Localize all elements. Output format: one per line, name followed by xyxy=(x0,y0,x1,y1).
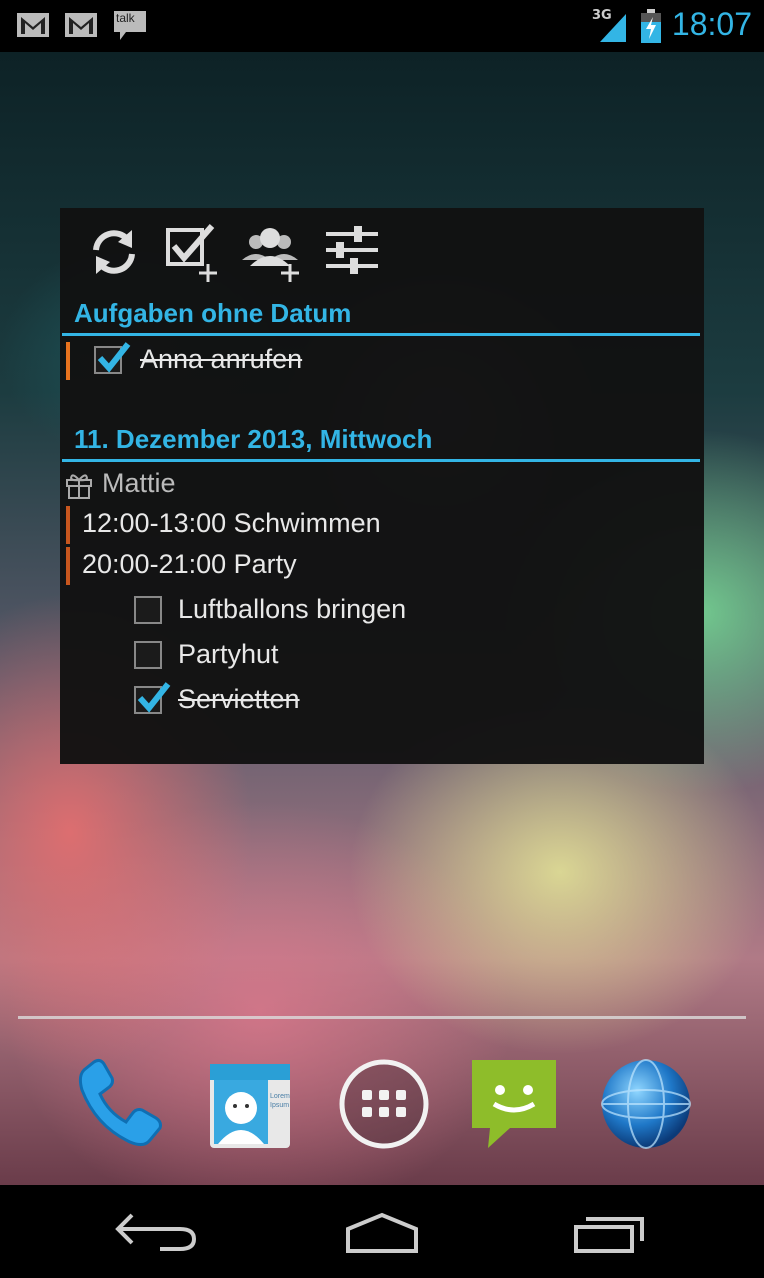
app-drawer-icon[interactable] xyxy=(336,1056,432,1152)
section-header-undated: Aufgaben ohne Datum xyxy=(74,298,352,328)
subtask-row[interactable]: Partyhut xyxy=(134,637,694,677)
section-header-date: 11. Dezember 2013, Mittwoch xyxy=(74,424,433,454)
event-label: 12:00-13:00 Schwimmen xyxy=(82,508,381,538)
clock: 18:07 xyxy=(671,6,752,42)
contacts-card-text: Lorem Ipsum xyxy=(270,1093,290,1109)
settings-sliders-icon[interactable] xyxy=(320,220,384,284)
event-row[interactable]: 12:00-13:00 Schwimmen xyxy=(66,506,696,546)
recent-apps-icon[interactable] xyxy=(560,1207,660,1257)
gift-icon xyxy=(66,474,92,499)
subtask-checkbox[interactable] xyxy=(134,596,162,624)
network-indicator: 3G xyxy=(590,6,630,46)
subtask-checkbox[interactable] xyxy=(134,641,162,669)
task-color-bar xyxy=(66,342,70,380)
messaging-icon[interactable] xyxy=(466,1056,562,1152)
task-row[interactable]: Anna anrufen xyxy=(66,342,696,382)
gmail-icon[interactable] xyxy=(64,10,98,40)
subtask-label: Luftballons bringen xyxy=(178,594,407,624)
birthday-row[interactable]: Mattie xyxy=(66,466,696,506)
gmail-icon[interactable] xyxy=(16,10,50,40)
subtask-label: Partyhut xyxy=(178,639,279,669)
birthday-name: Mattie xyxy=(102,468,176,498)
back-icon[interactable] xyxy=(110,1207,210,1257)
talk-icon[interactable]: talk xyxy=(112,8,148,44)
dock-divider xyxy=(18,1016,746,1019)
event-color-bar xyxy=(66,547,70,585)
subtask-label: Servietten xyxy=(178,684,300,714)
signal-icon xyxy=(600,14,626,42)
status-bar: talk 3G 18:07 xyxy=(0,0,764,52)
event-color-bar xyxy=(66,506,70,544)
home-icon[interactable] xyxy=(332,1207,432,1257)
subtask-row[interactable]: Luftballons bringen xyxy=(134,592,694,632)
navigation-bar xyxy=(0,1185,764,1278)
checkmark-icon xyxy=(97,342,131,373)
talk-label: talk xyxy=(116,11,135,25)
battery-charging-icon xyxy=(641,9,661,43)
section-divider xyxy=(62,459,700,462)
agenda-widget: Aufgaben ohne Datum Anna anrufen 11. Dez… xyxy=(60,208,704,764)
checkmark-icon xyxy=(137,682,171,713)
add-task-icon[interactable] xyxy=(160,220,224,284)
event-label: 20:00-21:00 Party xyxy=(82,549,297,579)
add-contact-icon[interactable] xyxy=(238,220,302,284)
refresh-icon[interactable] xyxy=(82,220,146,284)
browser-icon[interactable] xyxy=(598,1056,694,1152)
event-row[interactable]: 20:00-21:00 Party xyxy=(66,547,696,587)
subtask-row[interactable]: Servietten xyxy=(134,682,694,722)
task-label: Anna anrufen xyxy=(140,344,303,374)
widget-toolbar xyxy=(60,208,704,294)
section-divider xyxy=(62,333,700,336)
phone-icon[interactable] xyxy=(70,1056,166,1152)
